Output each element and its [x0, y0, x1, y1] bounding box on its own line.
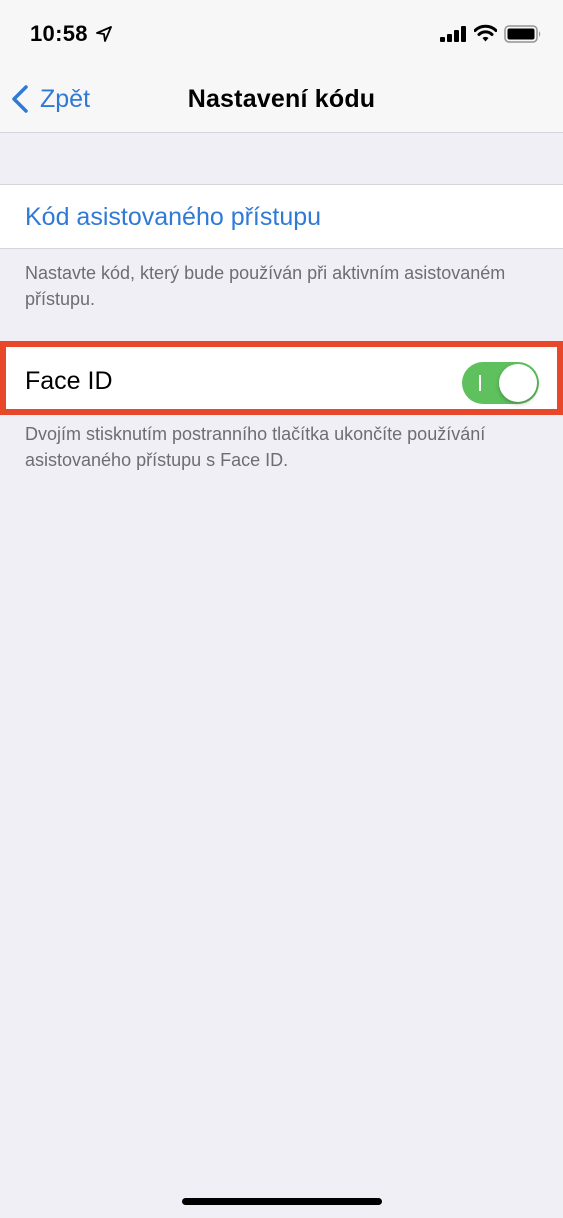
passcode-footer-text: Nastavte kód, který bude používán při ak… — [25, 263, 506, 309]
status-time: 10:58 — [30, 21, 88, 46]
toggle-on-indicator — [479, 375, 481, 391]
face-id-cell: Face ID — [0, 346, 563, 414]
location-arrow-icon — [96, 26, 112, 42]
passcode-cell[interactable]: Kód asistovaného přístupu — [0, 184, 563, 249]
face-id-toggle[interactable] — [462, 362, 539, 404]
page-title: Nastavení kódu — [187, 85, 376, 113]
face-id-footer-text: Dvojím stisknutím postranního tlačítka u… — [25, 424, 486, 470]
cellular-signal-icon — [440, 26, 466, 42]
home-indicator[interactable] — [182, 1198, 382, 1205]
face-id-label: Face ID — [25, 367, 113, 395]
toggle-knob — [499, 364, 537, 402]
passcode-cell-label: Kód asistovaného přístupu — [25, 203, 322, 231]
status-bar: 10:58 — [0, 0, 563, 66]
wifi-icon — [474, 24, 497, 42]
battery-icon — [504, 25, 541, 43]
navigation-bar: Zpět Nastavení kódu — [0, 66, 563, 133]
